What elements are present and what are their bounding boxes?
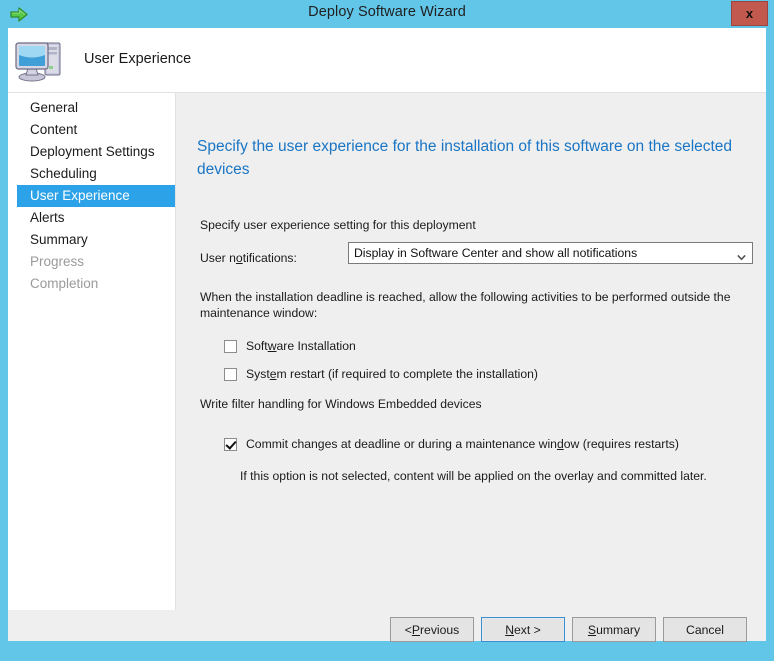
sidebar-item-completion: Completion: [30, 276, 99, 291]
close-icon: x: [745, 6, 754, 21]
next-button[interactable]: Next >: [481, 617, 565, 642]
user-notifications-select[interactable]: Display in Software Center and show all …: [348, 242, 753, 264]
chevron-down-icon: [737, 249, 746, 261]
sidebar-item-user-experience[interactable]: User Experience: [17, 185, 175, 207]
window-title: Deploy Software Wizard: [308, 4, 466, 20]
sidebar-item-content[interactable]: Content: [17, 119, 175, 141]
system-restart-label: System restart (if required to complete …: [246, 367, 538, 381]
sidebar-item-alerts[interactable]: Alerts: [17, 207, 175, 229]
page-header: User Experience: [8, 28, 766, 92]
summary-button[interactable]: Summary: [572, 617, 656, 642]
deadline-description: When the installation deadline is reache…: [200, 290, 731, 320]
title-bar: Deploy Software Wizard x: [0, 0, 774, 28]
content-pane: Specify the user experience for the inst…: [176, 93, 766, 620]
computer-icon: [14, 35, 70, 85]
wizard-frame: User Experience General Content Deployme…: [8, 28, 766, 641]
sidebar-item-deployment-settings[interactable]: Deployment Settings: [17, 141, 175, 163]
wizard-sidebar: General Content Deployment Settings Sche…: [8, 93, 175, 620]
sidebar-item-progress: Progress: [30, 254, 85, 269]
software-installation-checkbox-row[interactable]: Software Installation: [224, 339, 356, 353]
wizard-button-bar: < Previous Next > Summary Cancel: [8, 610, 766, 642]
user-notifications-label: User notifications:: [200, 251, 297, 265]
page-title: Specify the user experience for the inst…: [197, 138, 733, 178]
commit-changes-label: Commit changes at deadline or during a m…: [246, 437, 679, 451]
sidebar-item-scheduling[interactable]: Scheduling: [17, 163, 175, 185]
header-title: User Experience: [84, 51, 192, 67]
commit-changes-checkbox-row[interactable]: Commit changes at deadline or during a m…: [224, 437, 679, 451]
close-button[interactable]: x: [731, 1, 768, 26]
commit-changes-hint: If this option is not selected, content …: [240, 469, 707, 483]
previous-button[interactable]: < Previous: [390, 617, 474, 642]
system-restart-checkbox-row[interactable]: System restart (if required to complete …: [224, 367, 538, 381]
wizard-window: Deploy Software Wizard x User Experience…: [0, 0, 774, 661]
sidebar-item-summary[interactable]: Summary: [17, 229, 175, 251]
software-installation-label: Software Installation: [246, 339, 356, 353]
write-filter-label: Write filter handling for Windows Embedd…: [200, 397, 482, 411]
system-restart-checkbox[interactable]: [224, 367, 237, 381]
user-notifications-value: Display in Software Center and show all …: [354, 246, 638, 260]
software-installation-checkbox[interactable]: [224, 339, 237, 353]
cancel-button[interactable]: Cancel: [663, 617, 747, 642]
commit-changes-checkbox[interactable]: [224, 437, 237, 451]
sidebar-item-general[interactable]: General: [17, 97, 175, 119]
setting-description: Specify user experience setting for this…: [200, 218, 476, 232]
